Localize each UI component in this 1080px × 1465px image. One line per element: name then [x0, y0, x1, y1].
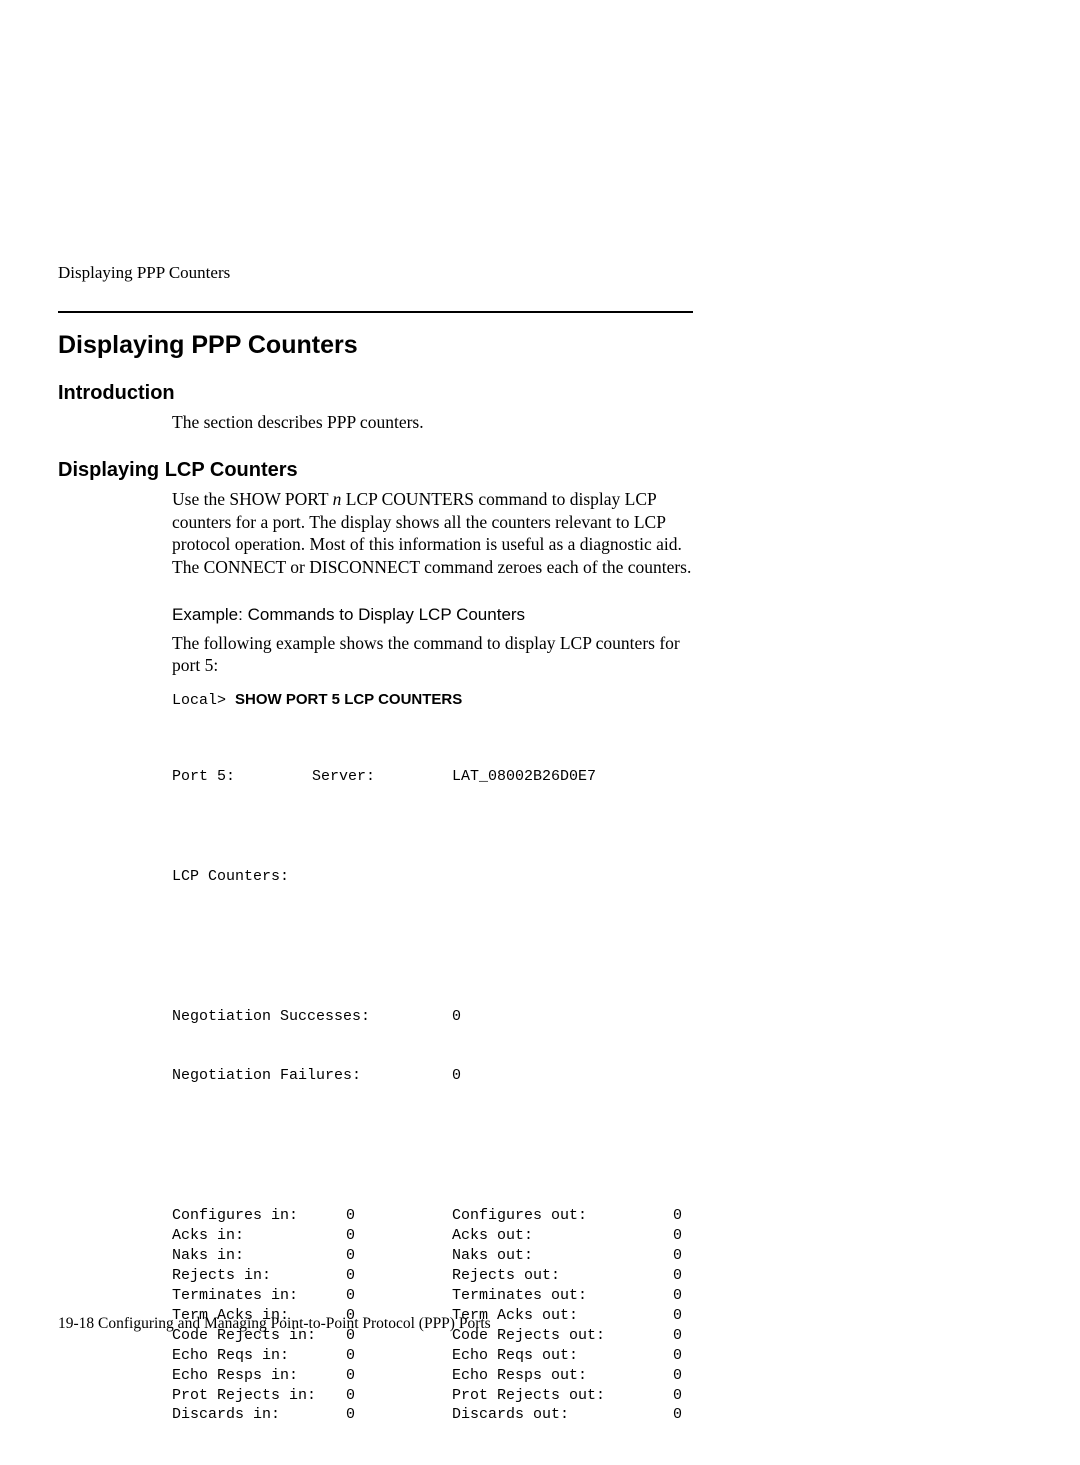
lcp-heading: Displaying LCP Counters: [58, 459, 693, 482]
counter-row: Discards in:0Discards out:0: [172, 1405, 693, 1425]
port-label: Port 5:: [172, 767, 312, 787]
terminal-output: Port 5: Server: LAT_08002B26D0E7 LCP Cou…: [172, 727, 693, 1465]
counter-in-label: Discards in:: [172, 1405, 346, 1425]
counter-out-value: 0: [652, 1346, 682, 1366]
counter-out-value: 0: [652, 1206, 682, 1226]
counter-out-value: 0: [652, 1326, 682, 1346]
lcp-para-before: Use the SHOW PORT: [172, 489, 333, 509]
counter-row: Echo Reqs in:0Echo Reqs out:0: [172, 1346, 693, 1366]
counter-in-label: Acks in:: [172, 1226, 346, 1246]
page-title: Displaying PPP Counters: [58, 331, 693, 360]
counter-in-value: 0: [346, 1266, 452, 1286]
counter-in-value: 0: [346, 1206, 452, 1226]
counter-out-value: 0: [652, 1306, 682, 1326]
counter-in-value: 0: [346, 1405, 452, 1425]
counter-in-label: Naks in:: [172, 1246, 346, 1266]
counter-out-value: 0: [652, 1405, 682, 1425]
counter-in-value: 0: [346, 1226, 452, 1246]
counter-out-value: 0: [652, 1266, 682, 1286]
counter-row: Acks in:0Acks out:0: [172, 1226, 693, 1246]
neg-success-label: Negotiation Successes:: [172, 1007, 452, 1027]
intro-heading: Introduction: [58, 382, 693, 405]
running-header: Displaying PPP Counters: [58, 263, 693, 283]
lcp-counters-label: LCP Counters:: [172, 867, 693, 887]
negotiation-block: Negotiation Successes: 0 Negotiation Fai…: [172, 967, 693, 1127]
intro-text: The section describes PPP counters.: [172, 411, 693, 433]
counter-in-label: Rejects in:: [172, 1266, 346, 1286]
counter-in-value: 0: [346, 1246, 452, 1266]
counter-in-label: Configures in:: [172, 1206, 346, 1226]
counter-in-value: 0: [346, 1366, 452, 1386]
counter-row: Configures in:0Configures out:0: [172, 1206, 693, 1226]
example-intro: The following example shows the command …: [172, 632, 693, 677]
command-text: SHOW PORT 5 LCP COUNTERS: [235, 691, 462, 708]
counter-in-value: 0: [346, 1386, 452, 1406]
counter-out-label: Naks out:: [452, 1246, 652, 1266]
neg-fail-row: Negotiation Failures: 0: [172, 1066, 693, 1086]
section-rule: [58, 311, 693, 313]
page-footer: 19-18 Configuring and Managing Point-to-…: [58, 1315, 491, 1333]
example-heading: Example: Commands to Display LCP Counter…: [172, 604, 693, 626]
counter-out-value: 0: [652, 1386, 682, 1406]
counter-out-label: Configures out:: [452, 1206, 652, 1226]
neg-fail-val: 0: [452, 1066, 461, 1086]
counter-out-label: Prot Rejects out:: [452, 1386, 652, 1406]
counter-out-value: 0: [652, 1226, 682, 1246]
counter-row: Echo Resps in:0Echo Resps out:0: [172, 1366, 693, 1386]
server-label: Server:: [312, 767, 452, 787]
port-server-row: Port 5: Server: LAT_08002B26D0E7: [172, 767, 693, 787]
counter-out-value: 0: [652, 1366, 682, 1386]
counter-in-label: Echo Reqs in:: [172, 1346, 346, 1366]
command-line: Local> SHOW PORT 5 LCP COUNTERS: [172, 690, 693, 711]
counter-row: Prot Rejects in:0Prot Rejects out:0: [172, 1386, 693, 1406]
counter-in-label: Echo Resps in:: [172, 1366, 346, 1386]
counter-out-value: 0: [652, 1246, 682, 1266]
counter-out-label: Acks out:: [452, 1226, 652, 1246]
neg-success-row: Negotiation Successes: 0: [172, 1007, 693, 1027]
counter-out-label: Terminates out:: [452, 1286, 652, 1306]
counter-row: Naks in:0Naks out:0: [172, 1246, 693, 1266]
counter-out-label: Rejects out:: [452, 1266, 652, 1286]
neg-success-val: 0: [452, 1007, 461, 1027]
server-value: LAT_08002B26D0E7: [452, 767, 596, 787]
page-content: Displaying PPP Counters Displaying PPP C…: [0, 0, 1080, 1465]
counter-out-label: Discards out:: [452, 1405, 652, 1425]
prompt: Local>: [172, 692, 235, 709]
neg-fail-label: Negotiation Failures:: [172, 1066, 452, 1086]
counter-in-value: 0: [346, 1286, 452, 1306]
counter-out-label: Echo Resps out:: [452, 1366, 652, 1386]
counter-in-label: Prot Rejects in:: [172, 1386, 346, 1406]
counter-row: Rejects in:0Rejects out:0: [172, 1266, 693, 1286]
counter-in-label: Terminates in:: [172, 1286, 346, 1306]
counter-row: Terminates in:0Terminates out:0: [172, 1286, 693, 1306]
lcp-paragraph: Use the SHOW PORT n LCP COUNTERS command…: [172, 488, 693, 578]
counter-out-value: 0: [652, 1286, 682, 1306]
counter-out-label: Echo Reqs out:: [452, 1346, 652, 1366]
counter-in-value: 0: [346, 1346, 452, 1366]
